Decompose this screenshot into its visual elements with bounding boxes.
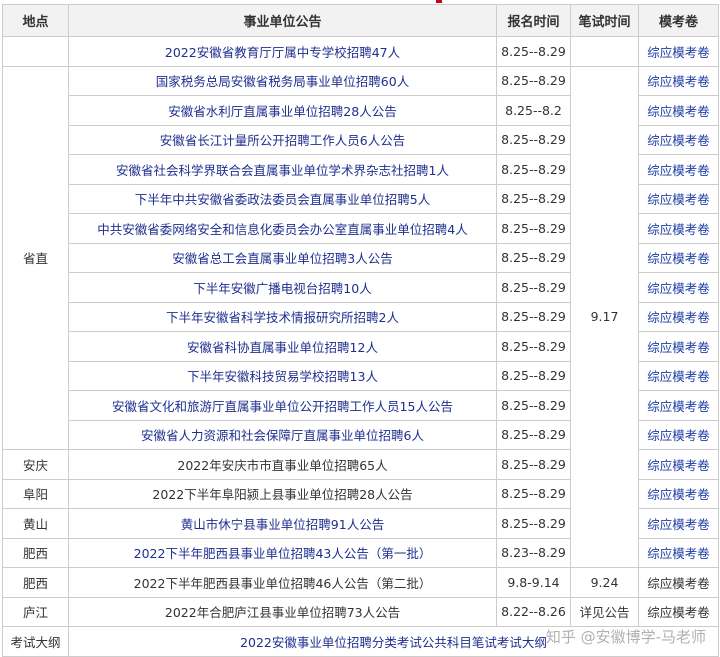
signup-time-cell: 8.25--8.29	[496, 65, 571, 96]
signup-time-cell: 8.25--8.29	[496, 213, 571, 244]
announcement-link[interactable]: 黄山市休宁县事业单位招聘91人公告	[68, 508, 497, 539]
announcement-link[interactable]: 安徽省人力资源和社会保障厅直属事业单位招聘6人	[68, 419, 497, 450]
announcement-link[interactable]: 2022安徽省教育厅厅属中专学校招聘47人	[68, 36, 497, 67]
announcement-link[interactable]: 下半年安徽广播电视台招聘10人	[68, 272, 497, 303]
signup-time-cell: 8.25--8.29	[496, 390, 571, 421]
announcement-link[interactable]: 中共安徽省委网络安全和信息化委员会办公室直属事业单位招聘4人	[68, 213, 497, 244]
region-cell	[2, 36, 69, 67]
announcement-link[interactable]: 安徽省水利厅直属事业单位招聘28人公告	[68, 95, 497, 126]
header-mock-paper: 模考卷	[638, 4, 719, 37]
mock-paper-link[interactable]: 综应模考卷	[638, 478, 719, 509]
mock-paper-link[interactable]: 综应模考卷	[638, 508, 719, 539]
exam-time-cell	[570, 36, 639, 67]
announcement-link[interactable]: 安徽省社会科学界联合会直属事业单位学术界杂志社招聘1人	[68, 154, 497, 185]
header-signup-time: 报名时间	[496, 4, 571, 37]
recruitment-table-container: 地点 事业单位公告 报名时间 笔试时间 模考卷 2022安徽省教育厅厅属中专学校…	[2, 4, 719, 657]
region-cell: 肥西	[2, 537, 69, 568]
table-header-row: 地点 事业单位公告 报名时间 笔试时间 模考卷	[2, 4, 719, 37]
header-exam-time: 笔试时间	[570, 4, 639, 37]
signup-time-cell: 8.25--8.29	[496, 36, 571, 67]
region-cell: 肥西	[2, 567, 69, 598]
signup-time-cell: 8.25--8.29	[496, 242, 571, 273]
announcement-link[interactable]: 下半年中共安徽省委政法委员会直属事业单位招聘5人	[68, 183, 497, 214]
announcement-link[interactable]: 2022下半年阜阳颍上县事业单位招聘28人公告	[68, 478, 497, 509]
header-announcement: 事业单位公告	[68, 4, 497, 37]
signup-time-cell: 8.25--8.29	[496, 360, 571, 391]
mock-paper-link[interactable]: 综应模考卷	[638, 124, 719, 155]
table-row: 肥西 2022下半年肥西县事业单位招聘46人公告（第二批） 9.8-9.14 9…	[2, 567, 719, 598]
signup-time-cell: 9.8-9.14	[496, 567, 571, 598]
watermark: 知乎 @安徽博学-马老师	[545, 628, 706, 646]
announcement-link[interactable]: 下半年安徽科技贸易学校招聘13人	[68, 360, 497, 391]
signup-time-cell: 8.25--8.29	[496, 331, 571, 362]
mock-paper-link[interactable]: 综应模考卷	[638, 36, 719, 67]
mock-paper-link[interactable]: 综应模考卷	[638, 272, 719, 303]
exam-outline-label: 考试大纲	[2, 626, 69, 657]
table-row: 省直 国家税务总局安徽省税务局事业单位招聘60人 8.25--8.29 9.17…	[2, 65, 719, 568]
mock-paper-link[interactable]: 综应模考卷	[638, 360, 719, 391]
signup-time-cell: 8.22--8.26	[496, 596, 571, 627]
region-cell: 省直	[2, 65, 69, 450]
announcement-link[interactable]: 2022年安庆市市直事业单位招聘65人	[68, 449, 497, 480]
region-cell: 庐江	[2, 596, 69, 627]
mock-paper-link[interactable]: 综应模考卷	[638, 567, 719, 598]
mock-paper-link[interactable]: 综应模考卷	[638, 331, 719, 362]
mock-paper-link[interactable]: 综应模考卷	[638, 449, 719, 480]
announcement-link[interactable]: 安徽省文化和旅游厅直属事业单位公开招聘工作人员15人公告	[68, 390, 497, 421]
announcement-link[interactable]: 安徽省科协直属事业单位招聘12人	[68, 331, 497, 362]
region-cell: 安庆	[2, 449, 69, 480]
mock-paper-link[interactable]: 综应模考卷	[638, 537, 719, 568]
mock-paper-link[interactable]: 综应模考卷	[638, 419, 719, 450]
signup-time-cell: 8.25--8.29	[496, 183, 571, 214]
header-region: 地点	[2, 4, 69, 37]
region-cell: 黄山	[2, 508, 69, 539]
announcement-link[interactable]: 国家税务总局安徽省税务局事业单位招聘60人	[68, 65, 497, 96]
announcement-link[interactable]: 安徽省长江计量所公开招聘工作人员6人公告	[68, 124, 497, 155]
signup-time-cell: 8.25--8.29	[496, 301, 571, 332]
exam-time-cell: 9.17	[570, 65, 639, 568]
table-row: 庐江 2022年合肥庐江县事业单位招聘73人公告 8.22--8.26 详见公告…	[2, 596, 719, 627]
signup-time-cell: 8.25--8.29	[496, 449, 571, 480]
announcement-link[interactable]: 2022下半年肥西县事业单位招聘43人公告（第一批）	[68, 537, 497, 568]
mock-paper-link[interactable]: 综应模考卷	[638, 390, 719, 421]
exam-time-cell: 详见公告	[570, 596, 639, 627]
mock-paper-link[interactable]: 综应模考卷	[638, 301, 719, 332]
signup-time-cell: 8.23--8.29	[496, 537, 571, 568]
exam-time-cell: 9.24	[570, 567, 639, 598]
mock-paper-link[interactable]: 综应模考卷	[638, 154, 719, 185]
mock-paper-link[interactable]: 综应模考卷	[638, 242, 719, 273]
announcement-link[interactable]: 2022下半年肥西县事业单位招聘46人公告（第二批）	[68, 567, 497, 598]
announcement-link[interactable]: 2022年合肥庐江县事业单位招聘73人公告	[68, 596, 497, 627]
signup-time-cell: 8.25--8.29	[496, 154, 571, 185]
signup-time-cell: 8.25--8.29	[496, 272, 571, 303]
signup-time-cell: 8.25--8.29	[496, 508, 571, 539]
announcement-link[interactable]: 安徽省总工会直属事业单位招聘3人公告	[68, 242, 497, 273]
mock-paper-link[interactable]: 综应模考卷	[638, 95, 719, 126]
mock-paper-link[interactable]: 综应模考卷	[638, 65, 719, 96]
mock-paper-link[interactable]: 综应模考卷	[638, 213, 719, 244]
table-row: 2022安徽省教育厅厅属中专学校招聘47人 8.25--8.29 综应模考卷	[2, 36, 719, 67]
mock-paper-link[interactable]: 综应模考卷	[638, 183, 719, 214]
mock-paper-link[interactable]: 综应模考卷	[638, 596, 719, 627]
signup-time-cell: 8.25--8.29	[496, 124, 571, 155]
signup-time-cell: 8.25--8.29	[496, 478, 571, 509]
announcement-link[interactable]: 下半年安徽省科学技术情报研究所招聘2人	[68, 301, 497, 332]
region-cell: 阜阳	[2, 478, 69, 509]
recruitment-table: 地点 事业单位公告 报名时间 笔试时间 模考卷 2022安徽省教育厅厅属中专学校…	[2, 4, 719, 657]
top-red-mark	[436, 0, 442, 3]
signup-time-cell: 8.25--8.29	[496, 419, 571, 450]
signup-time-cell: 8.25--8.2	[496, 95, 571, 126]
